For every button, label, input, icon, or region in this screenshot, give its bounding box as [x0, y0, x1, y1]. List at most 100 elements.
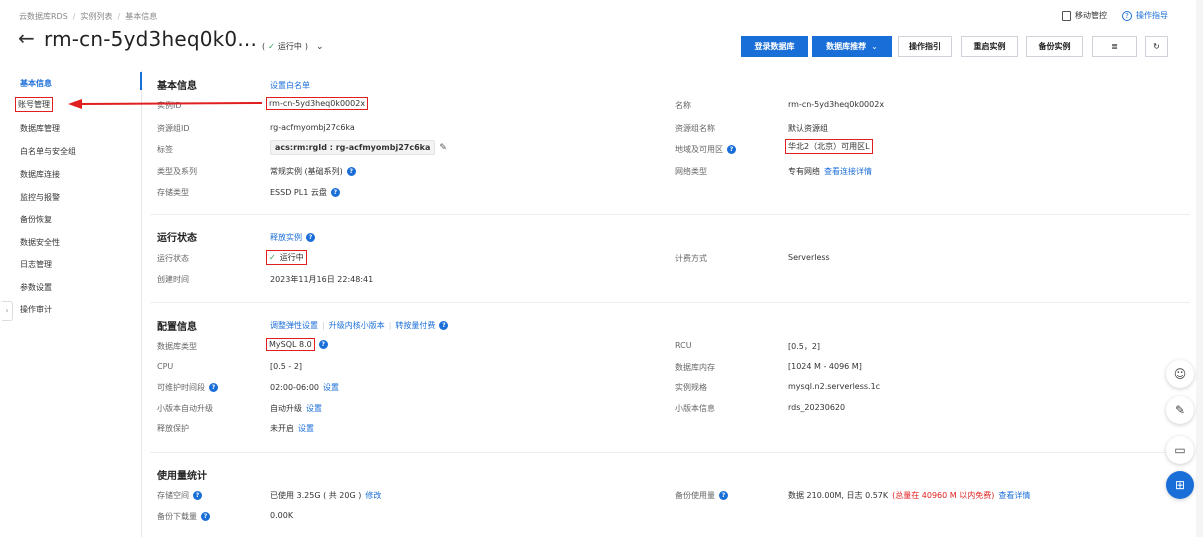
protect-value: 未开启	[270, 424, 294, 433]
sidebar	[0, 68, 143, 537]
backup-usage-row: 数据 210.00M, 日志 0.57K (总量在 40960 M 以内免费) 查看…	[788, 490, 1030, 501]
auto-upgrade-set-link[interactable]: 设置	[306, 403, 322, 414]
instance-id-label: 实例ID	[157, 101, 182, 110]
mobile-control-link[interactable]: 移动管控	[1062, 10, 1107, 21]
help-icon[interactable]: ?	[209, 383, 218, 392]
chat-icon[interactable]: ▭	[1166, 436, 1194, 464]
section-divider	[150, 214, 1190, 215]
mobile-control-label: 移动管控	[1075, 11, 1107, 20]
pay-as-you-go-link[interactable]: 转按量付费	[395, 320, 435, 331]
mobile-icon	[1062, 10, 1071, 21]
space-label: 存储空间?	[157, 490, 202, 501]
restart-label: 重启实例	[973, 42, 1006, 51]
maint-set-link[interactable]: 设置	[323, 382, 339, 393]
sidebar-divider	[141, 70, 142, 537]
network-value: 专有网络	[788, 167, 820, 176]
db-recommend-button[interactable]: 数据库推荐 ⌄	[812, 36, 892, 57]
download-label-text: 备份下载量	[157, 512, 197, 521]
backup-usage-label: 备份使用量?	[675, 490, 728, 501]
memory-value: [1024 M - 4096 M]	[788, 362, 862, 371]
help-icon[interactable]: ?	[318, 340, 328, 349]
region-label-text: 地域及可用区	[675, 145, 723, 154]
set-whitelist-link[interactable]: 设置白名单	[270, 80, 310, 91]
sidebar-item-security[interactable]: 数据安全性	[20, 237, 60, 248]
refresh-icon[interactable]: ↻	[1145, 36, 1168, 57]
help-icon[interactable]: ?	[193, 491, 202, 500]
sidebar-item-audit[interactable]: 操作审计	[20, 304, 52, 315]
sidebar-item-backup[interactable]: 备份恢复	[20, 214, 52, 225]
cpu-label: CPU	[157, 362, 174, 371]
type-label: 类型及系列	[157, 167, 197, 176]
backup-usage-label-text: 备份使用量	[675, 491, 715, 500]
release-instance-link[interactable]: 释放实例?	[270, 232, 315, 243]
dbtype-label: 数据库类型	[157, 342, 197, 351]
help-icon[interactable]: ?	[719, 491, 728, 500]
sidebar-item-monitor[interactable]: 监控与报警	[20, 192, 60, 203]
sidebar-item-connection[interactable]: 数据库连接	[20, 169, 60, 180]
run-state-value: ✓ 运行中	[266, 250, 307, 265]
minor-value: rds_20230620	[788, 403, 846, 412]
space-label-text: 存储空间	[157, 491, 189, 500]
robot-assistant-icon[interactable]: ☺	[1166, 360, 1194, 388]
op-guide-button[interactable]: 操作指引	[898, 36, 952, 57]
guide-link[interactable]: ? 操作指导	[1122, 10, 1168, 21]
network-row: 专有网络 查看连接详情	[788, 166, 872, 177]
network-detail-link[interactable]: 查看连接详情	[824, 166, 872, 177]
sidebar-item-params[interactable]: 参数设置	[20, 282, 52, 293]
run-state-text: 运行中	[279, 253, 304, 262]
status-dropdown[interactable]: (✓ 运行中) ⌄	[262, 41, 324, 52]
help-icon[interactable]: ?	[439, 321, 449, 330]
help-icon[interactable]: ?	[201, 512, 210, 521]
section-usage-title: 使用量统计	[157, 471, 207, 482]
space-modify-link[interactable]: 修改	[365, 490, 381, 501]
protect-set-link[interactable]: 设置	[298, 423, 314, 434]
sidebar-item-whitelist[interactable]: 白名单与安全组	[20, 146, 76, 157]
type-row: 常规实例 (基础系列)?	[270, 166, 356, 177]
guide-label: 操作指导	[1136, 11, 1168, 20]
restart-button[interactable]: 重启实例	[961, 36, 1018, 57]
sidebar-item-basic-info[interactable]: 基本信息	[20, 78, 52, 89]
billing-value: Serverless	[788, 253, 830, 262]
sidebar-item-databases[interactable]: 数据库管理	[20, 123, 60, 134]
breadcrumb-instances[interactable]: 实例列表	[81, 12, 113, 21]
help-icon[interactable]: ?	[727, 145, 736, 154]
sidebar-collapse-icon[interactable]: ›	[2, 301, 13, 321]
page-title: rm-cn-5yd3heq0k0...	[44, 27, 258, 51]
layout-icon[interactable]: ≣	[1092, 36, 1137, 57]
download-label: 备份下载量?	[157, 511, 210, 522]
maint-label-text: 可维护时间段	[157, 383, 205, 392]
check-icon: ✓	[268, 42, 275, 51]
backup-free-note: (总量在 40960 M 以内免费)	[892, 491, 995, 500]
apps-icon[interactable]: ⊞	[1166, 471, 1194, 499]
backup-button[interactable]: 备份实例	[1026, 36, 1083, 57]
auto-upgrade-label: 小版本自动升级	[157, 404, 213, 413]
created-value: 2023年11月16日 22:48:41	[270, 275, 374, 284]
backup-detail-link[interactable]: 查看详情	[998, 490, 1030, 501]
instance-id-value: rm-cn-5yd3heq0k0002x	[266, 97, 369, 110]
upgrade-minor-link[interactable]: 升级内核小版本	[329, 320, 385, 331]
status-text: 运行中	[277, 42, 302, 51]
sidebar-item-logs[interactable]: 日志管理	[20, 259, 52, 270]
rg-id-label: 资源组ID	[157, 124, 190, 133]
scrollbar[interactable]	[1196, 0, 1203, 537]
elastic-settings-link[interactable]: 调整弹性设置	[270, 320, 318, 331]
section-run-title: 运行状态	[157, 233, 197, 244]
chevron-down-icon: ⌄	[871, 42, 878, 51]
region-value: 华北2（北京）可用区L	[785, 139, 873, 154]
pencil-icon[interactable]: ✎	[439, 143, 447, 153]
db-recommend-label: 数据库推荐	[826, 42, 867, 51]
edit-icon[interactable]: ✎	[1166, 396, 1194, 424]
chevron-down-icon: ⌄	[315, 41, 324, 52]
help-icon[interactable]: ?	[346, 167, 356, 176]
help-icon[interactable]: ?	[306, 233, 315, 242]
storage-label: 存储类型	[157, 188, 189, 197]
protect-label: 释放保护	[157, 424, 189, 433]
login-db-button[interactable]: 登录数据库	[741, 36, 808, 57]
sidebar-item-accounts[interactable]: 账号管理	[15, 97, 53, 112]
breadcrumb-rds[interactable]: 云数据库RDS	[19, 12, 68, 21]
type-value: 常规实例 (基础系列)	[270, 167, 343, 176]
maint-label: 可维护时间段?	[157, 382, 218, 393]
help-icon[interactable]: ?	[330, 188, 340, 197]
sidebar-active-indicator	[140, 72, 142, 90]
back-arrow-icon[interactable]: ←	[18, 25, 35, 51]
